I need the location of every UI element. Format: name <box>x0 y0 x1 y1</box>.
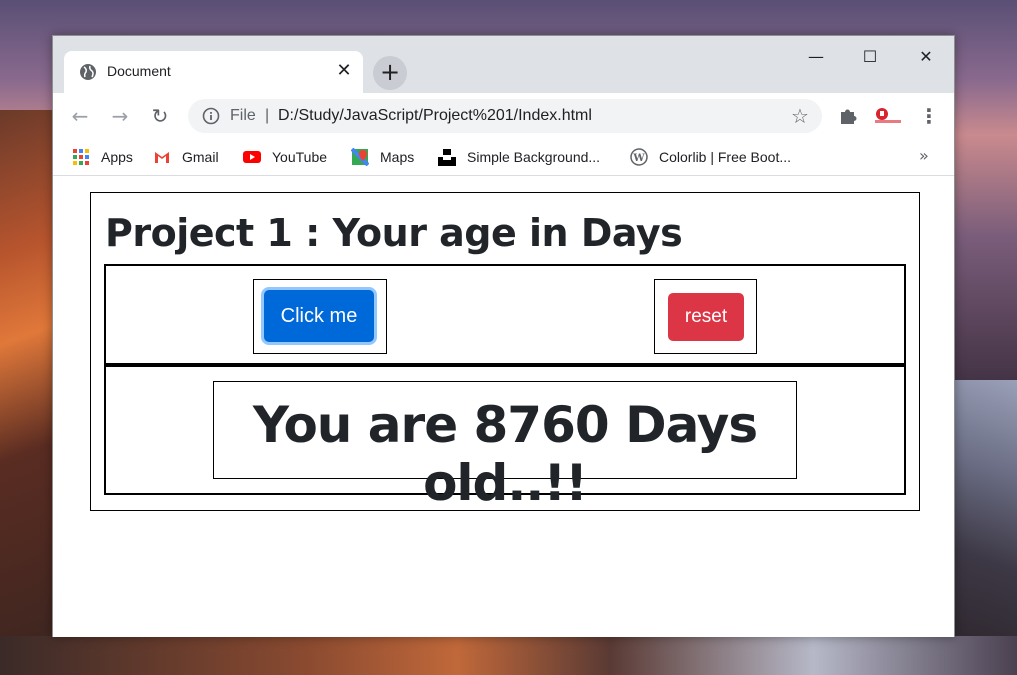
bookmarks-bar: Apps Gmail YouTube Maps Simple Backgroun… <box>53 138 954 176</box>
bookmark-youtube[interactable]: YouTube <box>243 147 327 167</box>
new-tab-button[interactable]: + <box>373 56 407 90</box>
bookmark-label: Simple Background... <box>467 149 601 165</box>
apps-grid-icon <box>72 148 90 166</box>
bookmark-gmail[interactable]: Gmail <box>153 147 219 167</box>
page-title: Project 1 : Your age in Days <box>105 211 683 255</box>
age-result-text: You are 8760 Days old..!! <box>252 396 758 512</box>
omnibox-separator: | <box>265 107 270 124</box>
extensions-puzzle-icon[interactable] <box>837 105 859 127</box>
maximize-button[interactable]: ☐ <box>847 42 893 72</box>
extension-logo-icon[interactable] <box>873 105 903 127</box>
maps-icon <box>350 147 370 167</box>
tab-title: Document <box>107 63 171 79</box>
bookmark-colorlib[interactable]: W Colorlib | Free Boot... <box>630 147 791 167</box>
bookmark-label: Gmail <box>182 149 219 165</box>
gmail-icon <box>153 148 171 166</box>
url-text[interactable]: D:/Study/JavaScript/Project%201/Index.ht… <box>278 107 592 125</box>
wordpress-icon: W <box>630 148 648 166</box>
globe-icon <box>79 63 97 81</box>
project-container: Project 1 : Your age in Days Click me re… <box>90 192 920 512</box>
result-box: You are 8760 Days old..!! <box>213 381 797 512</box>
wallpaper-left <box>0 110 60 675</box>
bookmark-label: YouTube <box>272 149 328 165</box>
bookmark-label: Maps <box>380 149 415 165</box>
minimize-button[interactable]: — <box>793 42 839 72</box>
address-bar[interactable]: File | D:/Study/JavaScript/Project%201/I… <box>188 99 822 133</box>
forward-button[interactable]: → <box>106 102 134 130</box>
close-window-button[interactable]: ✕ <box>903 42 949 72</box>
back-button[interactable]: ← <box>66 102 94 130</box>
bookmark-label: Apps <box>101 149 133 165</box>
browser-window: Document ✕ + — ☐ ✕ ← → ↻ File | D:/Study… <box>52 35 955 637</box>
button-row: Click me reset <box>104 264 906 367</box>
click-me-button[interactable]: Click me <box>264 290 374 342</box>
info-icon[interactable] <box>202 107 220 125</box>
reload-button[interactable]: ↻ <box>146 102 174 130</box>
bookmark-simple-background[interactable]: Simple Background... <box>438 147 600 167</box>
tab-document[interactable]: Document ✕ <box>64 51 363 93</box>
bookmarks-overflow-icon[interactable]: » <box>919 146 929 165</box>
browser-toolbar: ← → ↻ File | D:/Study/JavaScript/Project… <box>53 93 954 138</box>
unsplash-icon <box>438 148 456 166</box>
click-button-frame: Click me <box>253 279 387 354</box>
wallpaper-bottom <box>0 636 1017 675</box>
reset-button-frame: reset <box>654 279 757 354</box>
browser-menu-icon[interactable]: ⋮ <box>919 103 939 129</box>
result-row: You are 8760 Days old..!! <box>104 367 906 512</box>
wallpaper-right <box>947 380 1017 675</box>
tab-strip: Document ✕ + — ☐ ✕ <box>53 36 954 93</box>
bookmark-star-icon[interactable]: ☆ <box>788 104 812 128</box>
bookmark-label: Colorlib | Free Boot... <box>659 149 792 165</box>
tab-close-icon[interactable]: ✕ <box>334 61 354 81</box>
svg-text:W: W <box>632 153 645 164</box>
reset-button[interactable]: reset <box>668 293 744 341</box>
page-content: Project 1 : Your age in Days Click me re… <box>53 177 954 637</box>
scheme-label: File <box>230 107 256 124</box>
bookmark-apps[interactable]: Apps <box>72 147 133 167</box>
bookmark-maps[interactable]: Maps <box>350 147 415 167</box>
youtube-icon <box>243 148 261 166</box>
